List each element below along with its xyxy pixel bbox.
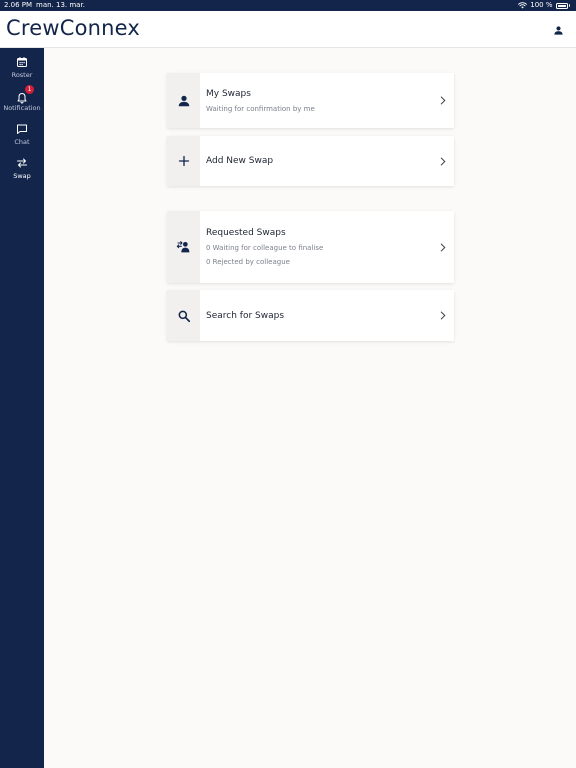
plus-icon bbox=[178, 155, 189, 167]
sidebar-item-roster[interactable]: Roster bbox=[0, 56, 44, 86]
status-date: man. 13. mar. bbox=[36, 1, 85, 9]
sidebar: Roster 1 Notification Chat Swap bbox=[0, 48, 44, 768]
status-bar: 2.06 PM man. 13. mar. 100 % bbox=[0, 0, 576, 11]
sidebar-item-label: Roster bbox=[11, 71, 33, 79]
battery-icon bbox=[555, 2, 568, 9]
card-title: My Swaps bbox=[206, 88, 251, 99]
card-content: Requested Swaps 0 Waiting for colleague … bbox=[200, 211, 430, 283]
sidebar-item-label: Swap bbox=[13, 172, 31, 180]
card-chevron bbox=[430, 136, 454, 186]
card-title: Requested Swaps bbox=[206, 228, 286, 238]
card-subtitle: Waiting for confirmation by me bbox=[206, 104, 315, 113]
card-subtitle-waiting: 0 Waiting for colleague to finalise bbox=[206, 244, 324, 252]
chevron-right-icon bbox=[440, 242, 445, 252]
chevron-right-icon bbox=[440, 311, 445, 320]
calendar-icon bbox=[17, 57, 27, 67]
card-icon-column bbox=[167, 136, 200, 186]
profile-button[interactable] bbox=[550, 22, 566, 38]
chevron-right-icon bbox=[440, 96, 445, 105]
sidebar-item-label: Chat bbox=[14, 138, 30, 146]
wifi-icon bbox=[518, 2, 528, 9]
add-new-swap-card[interactable]: Add New Swap bbox=[167, 136, 454, 186]
card-chevron bbox=[430, 73, 454, 128]
card-title: Add New Swap bbox=[206, 156, 274, 166]
app-header: CrewConnex bbox=[0, 11, 576, 48]
people-swap-icon bbox=[176, 241, 189, 253]
card-content: Add New Swap bbox=[200, 136, 430, 186]
card-icon-column bbox=[167, 290, 200, 341]
bell-icon bbox=[17, 93, 27, 104]
sidebar-item-chat[interactable]: Chat bbox=[0, 123, 44, 153]
battery-tip bbox=[568, 4, 570, 7]
card-chevron bbox=[430, 211, 454, 283]
status-time: 2.06 PM bbox=[4, 1, 33, 9]
sidebar-item-label: Notification bbox=[3, 104, 41, 112]
card-icon-column bbox=[167, 73, 200, 128]
search-icon bbox=[178, 310, 190, 322]
swap-arrows-icon bbox=[17, 158, 27, 168]
person-icon bbox=[178, 95, 189, 106]
status-right: 100 % bbox=[518, 0, 570, 11]
chat-icon bbox=[17, 124, 27, 134]
my-swaps-card[interactable]: My Swaps Waiting for confirmation by me bbox=[167, 73, 454, 128]
card-content: Search for Swaps bbox=[200, 290, 430, 341]
card-title: Search for Swaps bbox=[206, 310, 285, 321]
requested-swaps-card[interactable]: Requested Swaps 0 Waiting for colleague … bbox=[167, 211, 454, 283]
battery-percent: 100 % bbox=[530, 1, 553, 9]
card-icon-column bbox=[167, 211, 200, 283]
app-title: CrewConnex bbox=[6, 16, 141, 40]
profile-icon bbox=[553, 25, 563, 35]
sidebar-item-notification[interactable]: 1 Notification bbox=[0, 85, 44, 119]
search-swaps-card[interactable]: Search for Swaps bbox=[167, 290, 454, 341]
card-chevron bbox=[430, 290, 454, 341]
notification-badge: 1 bbox=[25, 85, 34, 94]
card-content: My Swaps Waiting for confirmation by me bbox=[200, 73, 430, 128]
bell-icon-wrap: 1 bbox=[16, 85, 34, 104]
sidebar-item-swap[interactable]: Swap bbox=[0, 157, 44, 187]
card-subtitle-rejected: 0 Rejected by colleague bbox=[206, 258, 290, 266]
chevron-right-icon bbox=[440, 156, 445, 166]
